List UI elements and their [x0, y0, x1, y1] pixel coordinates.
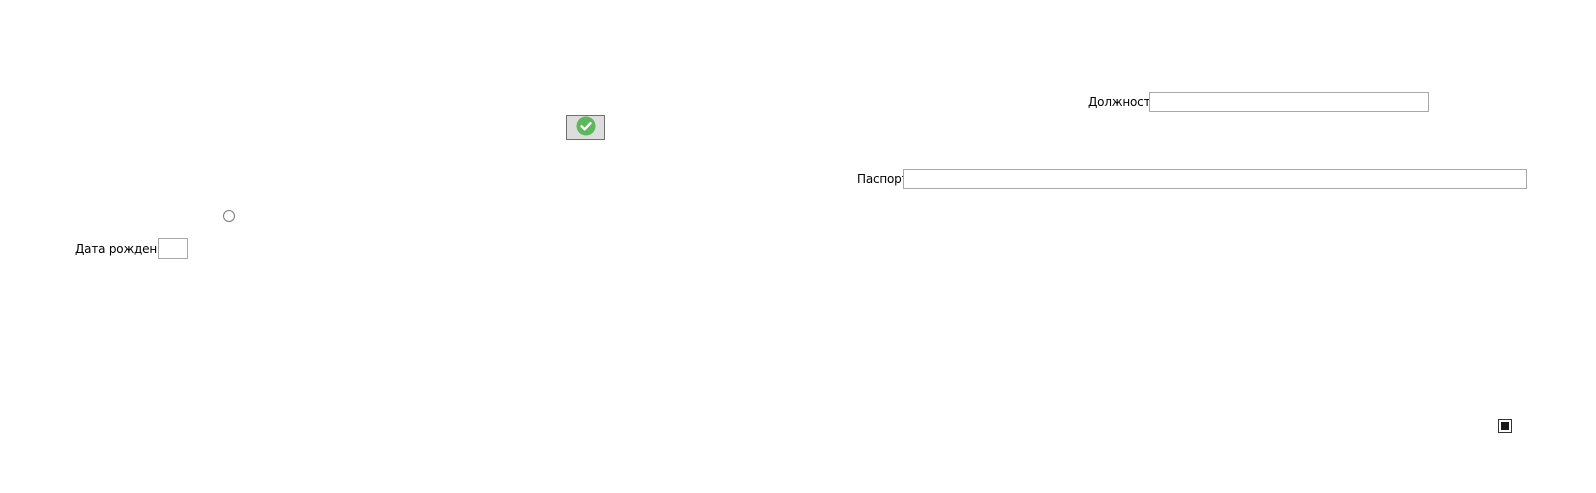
checkbox-indeterminate-mark — [1501, 422, 1509, 430]
form-canvas: Должность Паспорт Дата рождения — [0, 0, 1596, 493]
confirm-button[interactable] — [566, 115, 605, 140]
position-field[interactable] — [1149, 92, 1429, 112]
position-label: Должность — [1088, 95, 1158, 109]
checkmark-icon — [576, 116, 596, 139]
checkbox[interactable] — [1498, 419, 1512, 433]
passport-field[interactable] — [903, 169, 1527, 189]
birth-date-field[interactable] — [158, 238, 188, 259]
radio-button[interactable] — [223, 210, 235, 222]
passport-label: Паспорт — [857, 172, 909, 186]
